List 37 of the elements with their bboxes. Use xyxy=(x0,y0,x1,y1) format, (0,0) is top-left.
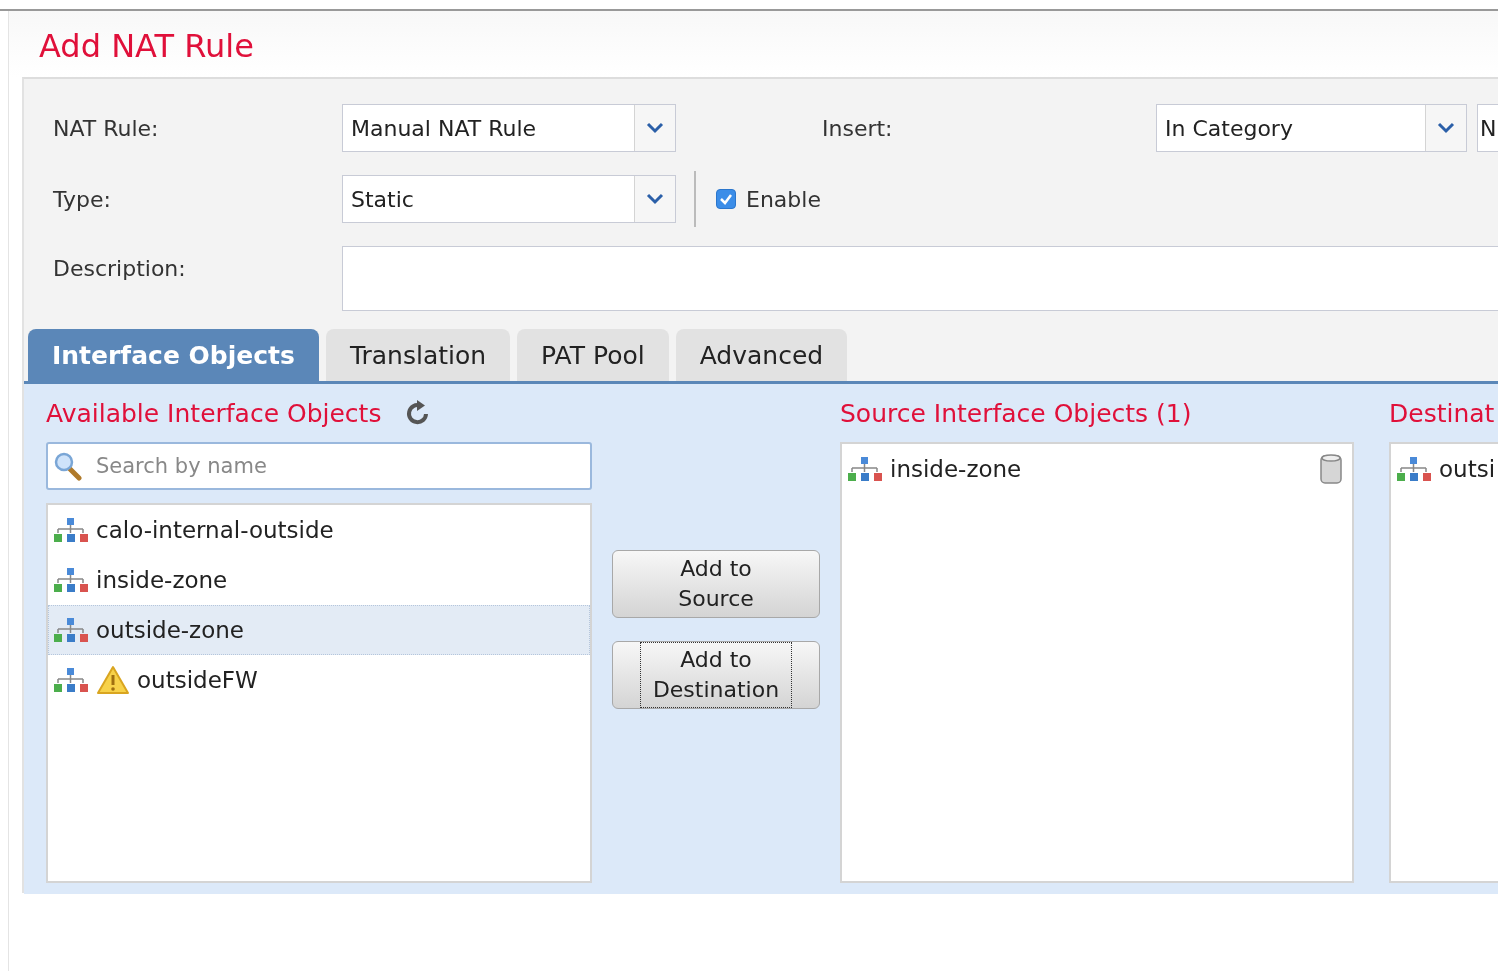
section-heading: Source Interface Objects (1) xyxy=(840,398,1192,428)
network-zone-icon xyxy=(53,617,89,643)
network-zone-icon xyxy=(53,517,89,543)
warning-icon xyxy=(96,665,130,695)
chevron-down-icon xyxy=(646,122,664,134)
interface-list-item[interactable]: inside-zone xyxy=(48,555,590,605)
tab[interactable]: Interface Objects xyxy=(28,329,319,381)
trash-icon[interactable] xyxy=(1319,453,1343,485)
chevron-down-icon xyxy=(646,193,664,205)
add-button[interactable]: Add to Source xyxy=(612,550,820,618)
tab[interactable]: PAT Pool xyxy=(517,329,669,381)
field-label: NAT Rule: xyxy=(52,115,160,141)
nat-rule-dropdown[interactable]: Manual NAT Rule xyxy=(342,104,676,152)
field-label: Type: xyxy=(52,186,112,212)
network-zone-icon xyxy=(1396,456,1432,482)
chevron-down-icon xyxy=(1437,122,1455,134)
enable-checkbox[interactable]: Enable xyxy=(716,186,821,212)
network-zone-icon xyxy=(847,456,883,482)
interface-list-item[interactable]: outside-zone xyxy=(48,605,590,655)
position-dropdown[interactable]: N xyxy=(1477,104,1498,152)
interface-list-item[interactable]: inside-zone xyxy=(842,444,1352,494)
interface-list-item[interactable]: outsideFW xyxy=(48,655,590,705)
network-zone-icon xyxy=(53,667,89,693)
tab[interactable]: Translation xyxy=(325,329,511,381)
section-heading: Destinat xyxy=(1389,398,1495,428)
interface-list-item[interactable]: calo-internal-outside xyxy=(48,505,590,555)
interface-list-item[interactable]: outsi xyxy=(1391,444,1498,494)
type-dropdown[interactable]: Static xyxy=(342,175,676,223)
description-field[interactable] xyxy=(342,246,1498,311)
field-label: Description: xyxy=(52,255,187,281)
insert-dropdown[interactable]: In Category xyxy=(1156,104,1467,152)
add-button[interactable]: Add to Destination xyxy=(612,641,820,709)
tab[interactable]: Advanced xyxy=(675,329,848,381)
field-label: Insert: xyxy=(821,115,894,141)
section-heading: Available Interface Objects xyxy=(46,398,382,428)
search-field[interactable]: Search by name xyxy=(46,442,592,490)
network-zone-icon xyxy=(53,567,89,593)
